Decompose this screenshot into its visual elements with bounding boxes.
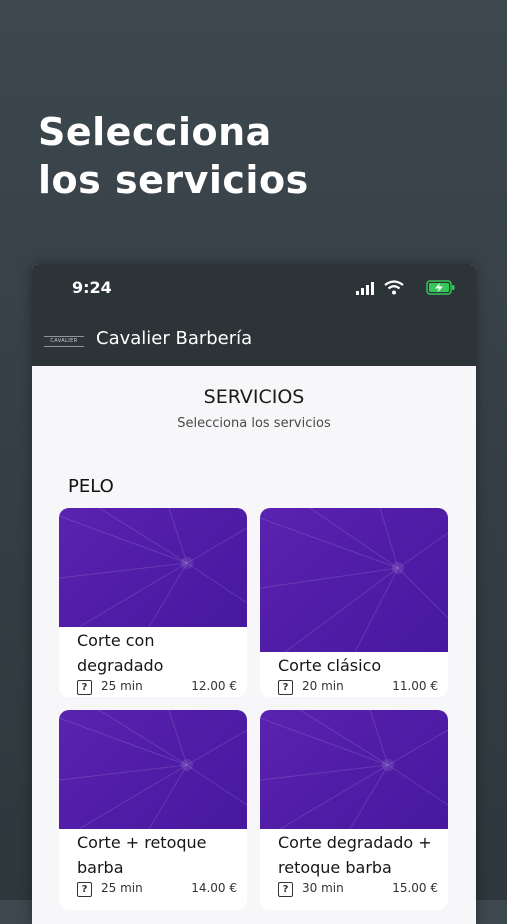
- service-card[interactable]: Corte clásico ? 20 min 11.00 €: [260, 508, 448, 697]
- battery-charging-icon: [426, 280, 455, 295]
- service-price: 15.00 €: [392, 881, 438, 895]
- brand-logo[interactable]: CAVALIER: [44, 336, 84, 347]
- category-heading: PELO: [68, 476, 114, 497]
- service-card[interactable]: Corte + retoque barba ? 25 min 14.00 €: [59, 710, 247, 910]
- service-name: Corte + retoque barba: [77, 833, 207, 877]
- app-bar: CAVALIER Cavalier Barbería: [32, 314, 476, 366]
- service-price: 14.00 €: [191, 881, 237, 895]
- service-name: Corte degradado + retoque barba: [278, 833, 432, 877]
- service-meta: ? 30 min 15.00 €: [278, 881, 438, 899]
- service-price: 12.00 €: [191, 679, 237, 693]
- signal-icon: [356, 282, 374, 295]
- section-title: SERVICIOS: [203, 386, 305, 408]
- service-duration: 25 min: [101, 881, 143, 895]
- service-image: [260, 710, 448, 829]
- clock-icon: ?: [278, 882, 293, 897]
- section-subtitle: Selecciona los servicios: [177, 416, 331, 431]
- headline-line-2: los servicios: [38, 158, 309, 202]
- service-meta: ? 25 min 14.00 €: [77, 881, 237, 899]
- umbrella-graphic: [59, 508, 247, 627]
- app-title: Cavalier Barbería: [96, 328, 253, 349]
- logo-text: CAVALIER: [50, 338, 78, 344]
- service-duration: 25 min: [101, 679, 143, 693]
- service-price: 11.00 €: [392, 679, 438, 693]
- umbrella-graphic: [260, 508, 448, 652]
- service-image: [59, 508, 247, 627]
- clock-icon: ?: [77, 680, 92, 695]
- promo-headline: Selecciona los servicios: [38, 108, 309, 204]
- headline-line-1: Selecciona: [38, 110, 272, 154]
- service-image: [59, 710, 247, 829]
- umbrella-graphic: [260, 710, 448, 829]
- service-duration: 30 min: [302, 881, 344, 895]
- umbrella-graphic: [59, 710, 247, 829]
- service-duration: 20 min: [302, 679, 344, 693]
- status-bar: 9:24: [32, 264, 476, 314]
- clock-icon: ?: [278, 680, 293, 695]
- service-image: [260, 508, 448, 652]
- status-time: 9:24: [72, 278, 112, 297]
- service-card[interactable]: Corte degradado + retoque barba ? 30 min…: [260, 710, 448, 910]
- wifi-icon: [384, 280, 404, 295]
- service-meta: ? 20 min 11.00 €: [278, 679, 438, 697]
- service-meta: ? 25 min 12.00 €: [77, 679, 237, 697]
- service-card[interactable]: Corte con degradado ? 25 min 12.00 €: [59, 508, 247, 697]
- service-name: Corte clásico: [278, 656, 382, 675]
- service-name: Corte con degradado: [77, 631, 164, 675]
- clock-icon: ?: [77, 882, 92, 897]
- phone-screen: 9:24 CAVALIER Cavalier Barbería SERVICIO…: [32, 264, 476, 924]
